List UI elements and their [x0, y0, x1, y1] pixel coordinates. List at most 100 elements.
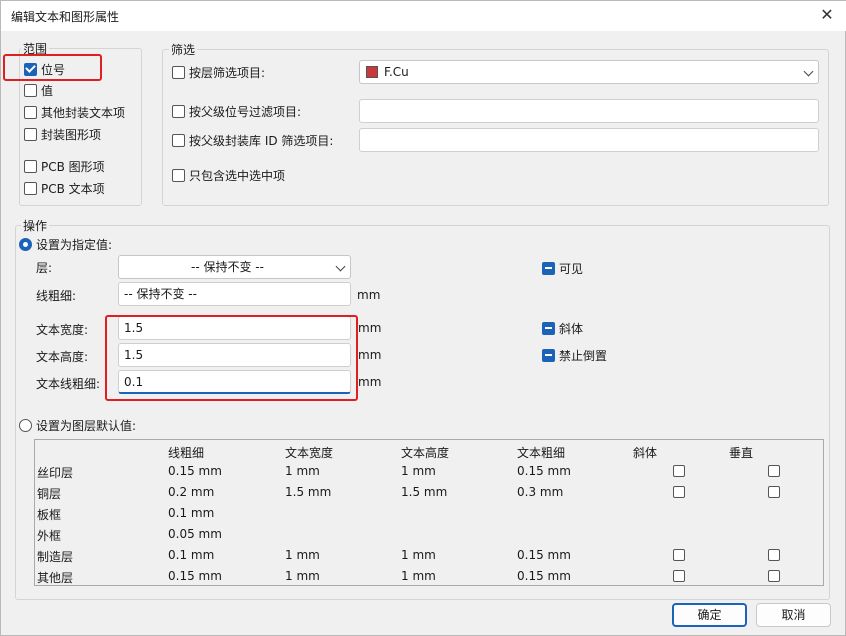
scope-item-label: 封装图形项: [41, 127, 102, 142]
chevron-down-icon: [803, 66, 814, 77]
text-height-unit: mm: [358, 348, 382, 362]
filter-by-parent-fpid-checkbox[interactable]: 按父级封装库 ID 筛选项目:: [172, 131, 333, 149]
selected-only-checkbox[interactable]: 只包含选中选中项: [172, 166, 285, 184]
upright-cell-checkbox[interactable]: [768, 486, 780, 498]
upright-cell-checkbox[interactable]: [768, 465, 780, 477]
table-row: 丝印层 0.15 mm 1 mm 1 mm 0.15 mm: [35, 461, 823, 482]
upright-cell-checkbox[interactable]: [768, 549, 780, 561]
layer-filter-select[interactable]: F.Cu: [359, 60, 819, 84]
parent-ref-filter-input[interactable]: [359, 99, 819, 123]
cell-line-width[interactable]: 0.1 mm: [168, 548, 214, 562]
upright-cell-checkbox[interactable]: [768, 570, 780, 582]
cell-text-width[interactable]: 1 mm: [285, 548, 320, 562]
checkbox-icon[interactable]: [172, 133, 185, 147]
italic-cell-checkbox[interactable]: [673, 465, 685, 477]
table-row: 铜层 0.2 mm 1.5 mm 1.5 mm 0.3 mm: [35, 482, 823, 503]
italic-label: 斜体: [559, 321, 584, 336]
checkbox-icon[interactable]: [172, 65, 185, 79]
italic-cell-checkbox[interactable]: [673, 570, 685, 582]
column-header: 斜体: [633, 446, 658, 460]
cell-line-width[interactable]: 0.2 mm: [168, 485, 214, 499]
set-specified-label: 设置为指定值:: [36, 237, 113, 252]
checkbox-icon[interactable]: [24, 83, 37, 97]
layer-filter-value: F.Cu: [384, 65, 409, 79]
scope-fp-graphics-checkbox[interactable]: 封装图形项: [24, 125, 101, 143]
line-width-input[interactable]: -- 保持不变 --: [118, 282, 351, 306]
layer-select[interactable]: -- 保持不变 --: [118, 255, 351, 279]
checkbox-indeterminate-icon[interactable]: [542, 348, 555, 362]
keep-upright-label: 禁止倒置: [559, 348, 608, 363]
line-width-unit: mm: [357, 288, 381, 302]
filter-group-label: 筛选: [169, 43, 198, 57]
column-header: 文本宽度: [285, 446, 334, 460]
checkbox-icon[interactable]: [24, 127, 37, 141]
column-header: 文本粗细: [517, 446, 566, 460]
scope-other-fp-text-checkbox[interactable]: 其他封装文本项: [24, 103, 125, 121]
parent-fpid-filter-input[interactable]: [359, 128, 819, 152]
row-layer-name: 铜层: [37, 487, 62, 501]
cell-text-width[interactable]: 1.5 mm: [285, 485, 331, 499]
actions-group-label: 操作: [21, 219, 50, 233]
checkbox-indeterminate-icon[interactable]: [542, 261, 555, 275]
cell-text-thickness[interactable]: 0.15 mm: [517, 548, 571, 562]
checkbox-icon[interactable]: [172, 104, 185, 118]
scope-item-label: PCB 图形项: [41, 159, 105, 174]
row-layer-name: 制造层: [37, 550, 74, 564]
table-row: 外框 0.05 mm: [35, 524, 823, 545]
scope-pcb-text-checkbox[interactable]: PCB 文本项: [24, 179, 105, 197]
cell-text-height[interactable]: 1 mm: [401, 548, 436, 562]
highlight-box: [3, 54, 102, 81]
table-row: 其他层 0.15 mm 1 mm 1 mm 0.15 mm: [35, 566, 823, 587]
cell-line-width[interactable]: 0.15 mm: [168, 569, 222, 583]
scope-item-label: 其他封装文本项: [41, 105, 126, 120]
cell-line-width[interactable]: 0.15 mm: [168, 464, 222, 478]
italic-cell-checkbox[interactable]: [673, 549, 685, 561]
set-defaults-radio[interactable]: 设置为图层默认值:: [19, 416, 136, 434]
cell-line-width[interactable]: 0.05 mm: [168, 527, 222, 541]
cell-text-height[interactable]: 1.5 mm: [401, 485, 447, 499]
cell-text-width[interactable]: 1 mm: [285, 569, 320, 583]
title-bar: 编辑文本和图形属性 ✕: [1, 1, 846, 31]
close-icon[interactable]: ✕: [815, 4, 839, 28]
cancel-button[interactable]: 取消: [756, 603, 831, 627]
checkbox-icon[interactable]: [172, 168, 185, 182]
column-header: 垂直: [729, 446, 754, 460]
cell-text-thickness[interactable]: 0.15 mm: [517, 569, 571, 583]
keep-upright-checkbox[interactable]: 禁止倒置: [542, 346, 607, 364]
row-layer-name: 板框: [37, 508, 62, 522]
filter-by-layer-label: 按层筛选项目:: [189, 65, 266, 80]
text-height-label: 文本高度:: [36, 350, 89, 364]
checkbox-icon[interactable]: [24, 159, 37, 173]
cell-text-thickness[interactable]: 0.3 mm: [517, 485, 563, 499]
selected-only-label: 只包含选中选中项: [189, 168, 286, 183]
checkbox-indeterminate-icon[interactable]: [542, 321, 555, 335]
row-layer-name: 外框: [37, 529, 62, 543]
scope-pcb-graphics-checkbox[interactable]: PCB 图形项: [24, 157, 105, 175]
radio-selected-icon[interactable]: [19, 237, 32, 251]
chevron-down-icon: [335, 261, 346, 272]
filter-by-parent-ref-checkbox[interactable]: 按父级位号过滤项目:: [172, 102, 301, 120]
visible-checkbox[interactable]: 可见: [542, 259, 583, 277]
scope-values-checkbox[interactable]: 值: [24, 81, 53, 99]
layer-label: 层:: [36, 261, 53, 275]
cell-line-width[interactable]: 0.1 mm: [168, 506, 214, 520]
line-width-label: 线粗细:: [36, 289, 77, 303]
filter-by-layer-checkbox[interactable]: 按层筛选项目:: [172, 63, 265, 81]
radio-icon[interactable]: [19, 418, 32, 432]
scope-item-label: 值: [41, 83, 54, 98]
cell-text-height[interactable]: 1 mm: [401, 569, 436, 583]
cell-text-height[interactable]: 1 mm: [401, 464, 436, 478]
set-specified-radio[interactable]: 设置为指定值:: [19, 235, 112, 253]
italic-cell-checkbox[interactable]: [673, 486, 685, 498]
cell-text-thickness[interactable]: 0.15 mm: [517, 464, 571, 478]
row-layer-name: 丝印层: [37, 466, 74, 480]
visible-label: 可见: [559, 261, 584, 276]
checkbox-icon[interactable]: [24, 105, 37, 119]
ok-button[interactable]: 确定: [672, 603, 747, 627]
cell-text-width[interactable]: 1 mm: [285, 464, 320, 478]
set-defaults-label: 设置为图层默认值:: [36, 418, 137, 433]
checkbox-icon[interactable]: [24, 181, 37, 195]
text-width-unit: mm: [358, 321, 382, 335]
filter-by-parent-fpid-label: 按父级封装库 ID 筛选项目:: [189, 133, 334, 148]
italic-checkbox[interactable]: 斜体: [542, 319, 583, 337]
